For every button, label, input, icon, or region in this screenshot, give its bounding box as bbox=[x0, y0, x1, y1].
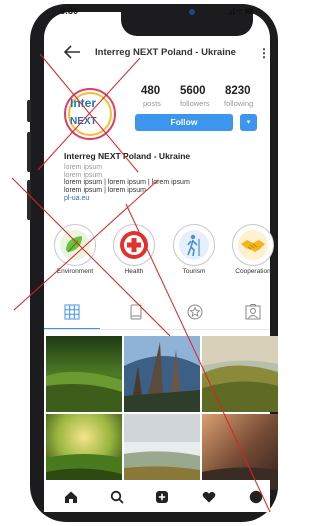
add-icon[interactable] bbox=[155, 490, 169, 504]
profile-icon[interactable] bbox=[249, 490, 263, 504]
photo-misty-field[interactable] bbox=[124, 414, 200, 490]
photo-storm-sky[interactable] bbox=[202, 414, 278, 490]
following-label: following bbox=[224, 99, 254, 108]
bio-link[interactable]: pl-ua.eu bbox=[64, 195, 89, 202]
logo-text-top: Inter bbox=[70, 96, 97, 110]
logo-text-bottom: NEXT bbox=[70, 116, 97, 127]
leaf-icon bbox=[60, 230, 90, 260]
follow-button[interactable]: Follow bbox=[135, 114, 233, 131]
phone-volume-up bbox=[27, 132, 31, 172]
highlight-health[interactable] bbox=[113, 224, 155, 266]
following-count[interactable]: 8230 bbox=[225, 85, 251, 97]
avatar[interactable]: Inter NEXT bbox=[64, 88, 116, 140]
followers-count[interactable]: 5600 bbox=[180, 85, 206, 97]
highlight-cooperation[interactable] bbox=[232, 224, 274, 266]
highlight-tourism[interactable] bbox=[173, 224, 215, 266]
active-tab-indicator bbox=[44, 328, 100, 329]
phone-mute-switch bbox=[27, 100, 31, 122]
bio-line: lorem ipsum | lorem ipsum bbox=[64, 187, 146, 194]
status-icons bbox=[228, 6, 254, 17]
home-icon[interactable] bbox=[64, 490, 78, 504]
bio-line: lorem ipsum bbox=[64, 164, 103, 171]
portrait-icon[interactable] bbox=[245, 304, 261, 320]
handshake-icon bbox=[238, 230, 268, 260]
tagged-star-icon[interactable] bbox=[187, 304, 203, 320]
posts-label: posts bbox=[143, 99, 161, 108]
tab-divider bbox=[44, 329, 270, 330]
heart-icon[interactable] bbox=[202, 490, 216, 504]
back-arrow-icon[interactable] bbox=[62, 42, 82, 62]
highlight-label-tourism: Tourism bbox=[182, 268, 206, 275]
photo-tall-trees[interactable] bbox=[124, 336, 200, 412]
photo-hill-sunset[interactable] bbox=[202, 336, 278, 412]
hiker-icon bbox=[179, 230, 209, 260]
phone-volume-down bbox=[27, 180, 31, 220]
highlight-label-health: Health bbox=[124, 268, 144, 275]
photo-forest-meadow[interactable] bbox=[46, 336, 122, 412]
signal-wifi-battery-icon bbox=[228, 8, 253, 15]
profile-username: Interreg NEXT Poland - Ukraine bbox=[95, 47, 236, 58]
more-options-icon[interactable]: ⋮ bbox=[258, 46, 270, 60]
suggestions-dropdown-button[interactable]: ▾ bbox=[240, 114, 257, 131]
highlight-label-cooperation: Cooperation bbox=[235, 268, 271, 275]
posts-count[interactable]: 480 bbox=[141, 85, 160, 97]
search-icon[interactable] bbox=[110, 490, 124, 504]
cross-icon bbox=[120, 231, 148, 259]
grid-icon[interactable] bbox=[64, 304, 80, 320]
followers-label: followers bbox=[180, 99, 210, 108]
bio-name: Interreg NEXT Poland - Ukraine bbox=[64, 151, 191, 161]
status-time: 8:30 bbox=[60, 6, 79, 16]
highlight-environment[interactable] bbox=[54, 224, 96, 266]
reels-icon[interactable] bbox=[128, 304, 144, 320]
photo-sunrise-forest[interactable] bbox=[46, 414, 122, 490]
bio-line: lorem ipsum bbox=[64, 172, 103, 179]
front-camera bbox=[189, 9, 195, 15]
bio-line: lorem ipsum | lorem ipsum | lorem ipsum bbox=[64, 179, 190, 186]
highlight-label-environment: Environment bbox=[56, 268, 94, 275]
